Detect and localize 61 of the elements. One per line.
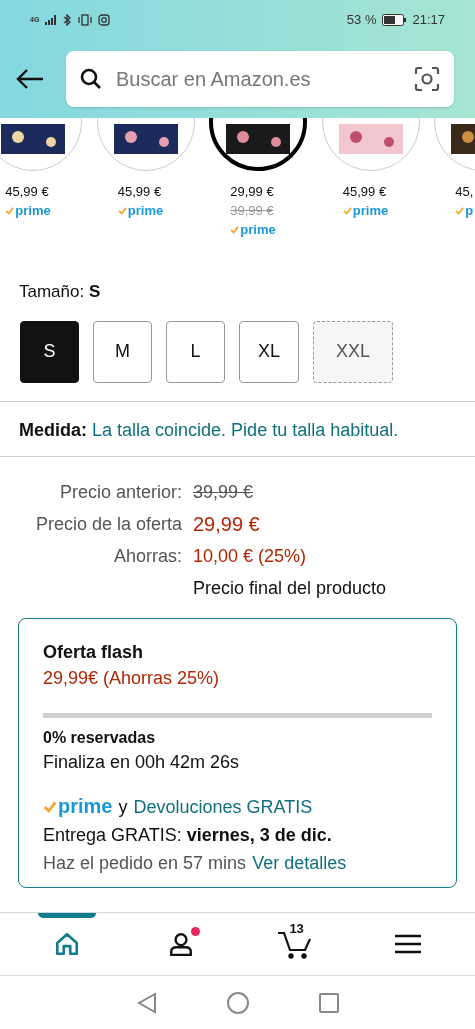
size-option[interactable]: S bbox=[20, 320, 79, 383]
battery-icon bbox=[382, 14, 407, 26]
variant-price: 45,99 € bbox=[5, 183, 49, 201]
variant-price: 29,99 € bbox=[230, 183, 274, 201]
variant-price: 45, bbox=[455, 183, 474, 201]
clock: 21:17 bbox=[412, 11, 445, 30]
details-link[interactable]: Ver detalles bbox=[252, 848, 347, 877]
price-value: 39,99 € bbox=[193, 480, 255, 504]
delivery-info: Entrega GRATIS: viernes, 3 de dic. bbox=[43, 823, 333, 847]
variant-price: 45,99 € bbox=[117, 183, 162, 201]
search-icon bbox=[80, 68, 102, 90]
prime-logo: prime bbox=[127, 204, 164, 217]
variant-old-price: 39,99 € bbox=[230, 202, 274, 220]
prime-logo: prime bbox=[58, 795, 113, 816]
camera-app-icon bbox=[98, 14, 111, 26]
active-indicator bbox=[37, 913, 96, 918]
order-deadline: Haz el pedido en 57 mins bbox=[43, 851, 247, 875]
bluetooth-icon bbox=[63, 14, 73, 26]
check-icon bbox=[5, 207, 15, 215]
home-icon bbox=[53, 931, 80, 957]
deal-title: Oferta flash bbox=[43, 640, 145, 664]
price-label: Precio anterior: bbox=[58, 480, 182, 504]
fit-info: Medida: La talla coincide. Pide tu talla habitual. bbox=[18, 418, 400, 442]
check-icon bbox=[455, 207, 465, 215]
search-field[interactable]: Buscar en Amazon.es bbox=[116, 64, 400, 94]
claimed-label: 0% reservadas bbox=[43, 727, 157, 748]
size-option[interactable]: XL bbox=[239, 320, 300, 383]
camera-scan-icon[interactable] bbox=[414, 66, 440, 92]
search-bar[interactable]: Buscar en Amazon.es bbox=[66, 51, 454, 107]
size-option[interactable]: M bbox=[93, 320, 152, 383]
price-label: Ahorras: bbox=[112, 544, 182, 568]
price-value: 29,99 € bbox=[193, 511, 261, 537]
prime-logo: prime bbox=[15, 204, 51, 217]
battery-percent: 53 % bbox=[346, 11, 377, 30]
variant-price: 45,99 € bbox=[342, 183, 387, 201]
back-triangle-icon[interactable] bbox=[136, 991, 157, 1014]
menu-icon bbox=[394, 933, 423, 955]
price-value: 10,00 € (25%) bbox=[193, 544, 308, 568]
check-icon bbox=[230, 226, 240, 234]
check-icon bbox=[117, 207, 127, 215]
price-label: Precio de la oferta bbox=[34, 512, 182, 536]
vibrate-icon bbox=[78, 14, 93, 26]
recents-square-icon[interactable] bbox=[318, 992, 339, 1013]
check-icon bbox=[342, 207, 352, 215]
free-returns-link[interactable]: Devoluciones GRATIS bbox=[133, 792, 313, 821]
deal-countdown: Finaliza en 00h 42m 26s bbox=[43, 750, 241, 774]
conjunction: y bbox=[118, 795, 128, 819]
person-icon bbox=[167, 931, 194, 957]
price-note: Precio final del producto bbox=[193, 576, 388, 600]
size-label: Tamaño: S bbox=[19, 282, 101, 301]
check-icon bbox=[43, 800, 57, 813]
size-option[interactable]: L bbox=[166, 320, 225, 383]
cart-count: 13 bbox=[289, 922, 304, 935]
signal-icon bbox=[45, 15, 58, 25]
deal-price: 29,99€ (Ahorras 25%) bbox=[43, 666, 221, 690]
home-circle-icon[interactable] bbox=[226, 991, 249, 1014]
prime-logo: prime bbox=[240, 223, 276, 236]
back-arrow-icon[interactable] bbox=[16, 68, 44, 90]
prime-logo: prime bbox=[352, 204, 389, 217]
nav-tab[interactable]: 13 bbox=[237, 913, 352, 975]
prime-logo: p bbox=[465, 204, 474, 217]
